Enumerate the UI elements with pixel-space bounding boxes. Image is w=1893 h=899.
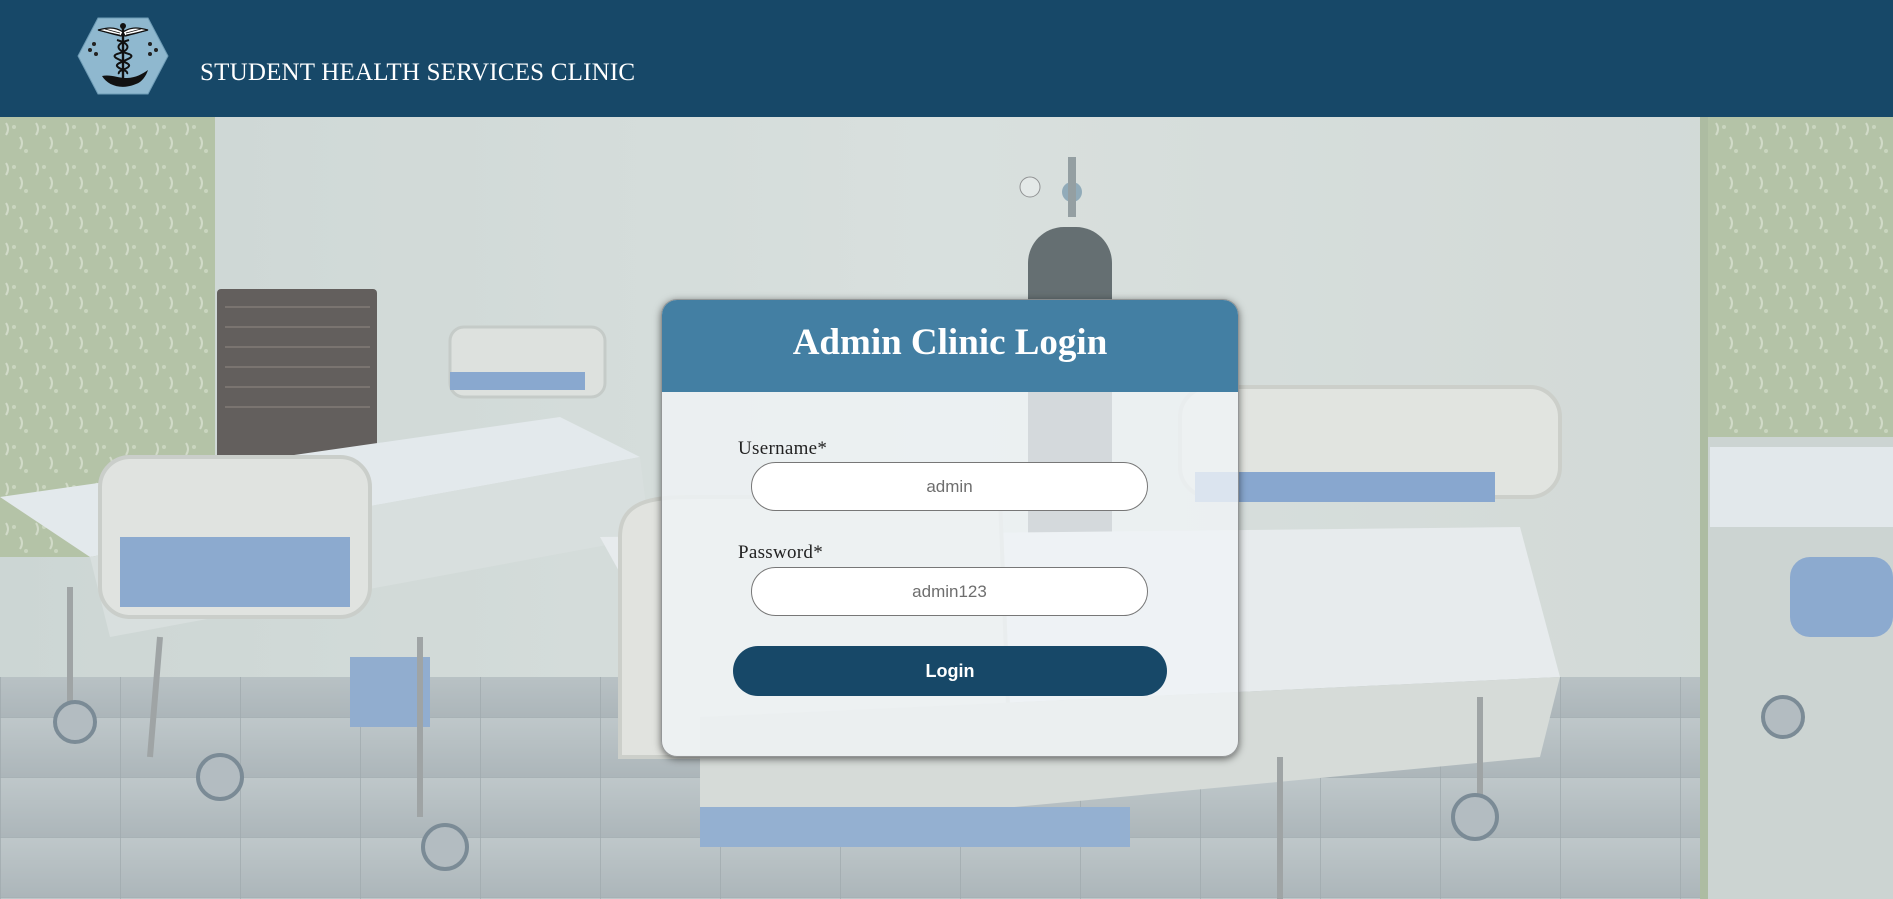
password-label: Password* bbox=[738, 542, 824, 563]
username-label: Username* bbox=[738, 438, 828, 459]
login-card: Admin Clinic Login Username* Password* L… bbox=[661, 299, 1239, 757]
login-card-header: Admin Clinic Login bbox=[662, 300, 1238, 392]
password-input[interactable] bbox=[751, 567, 1148, 616]
top-header-bar: STUDENT HEALTH SERVICES CLINIC bbox=[0, 0, 1893, 117]
login-button[interactable]: Login bbox=[733, 646, 1167, 696]
clinic-name: STUDENT HEALTH SERVICES CLINIC bbox=[200, 59, 636, 86]
login-title: Admin Clinic Login bbox=[792, 321, 1108, 363]
username-input[interactable] bbox=[751, 462, 1148, 511]
clinic-logo bbox=[76, 16, 170, 96]
